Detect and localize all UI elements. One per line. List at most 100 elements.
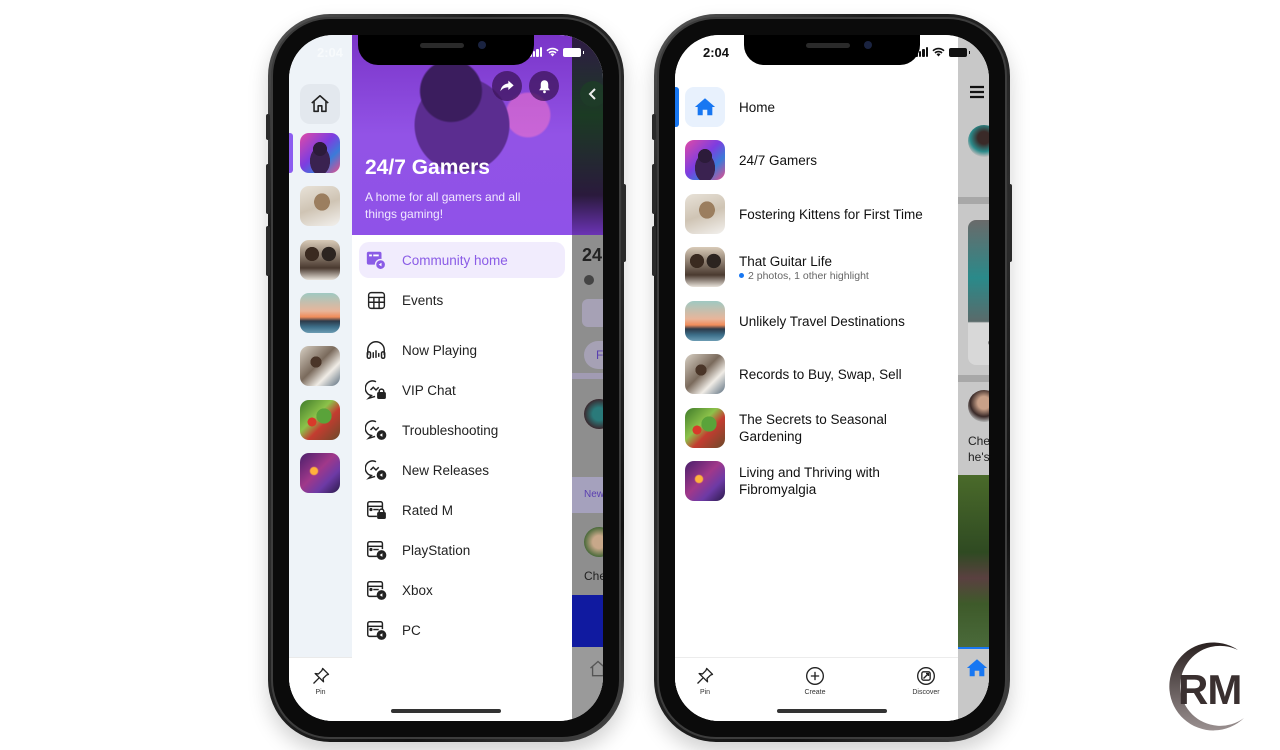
community-thumbnail [685, 194, 725, 234]
chat-globe-icon [365, 459, 387, 481]
dimmed-feed[interactable]: c Che he's [958, 35, 989, 721]
dimmed-post-text: Che he's [968, 433, 989, 465]
rm-logo-text: RM [1178, 666, 1242, 713]
rail-community-records[interactable] [300, 346, 340, 386]
discover-icon [917, 667, 935, 685]
community-drawer: 24/7 Gamers A home for all gamers and al… [352, 35, 572, 721]
menu-item-label: New Releases [402, 462, 490, 478]
community-thumbnail [685, 461, 725, 501]
community-thumbnail [685, 408, 725, 448]
dimmed-avatar [584, 399, 603, 429]
dimmed-tabbar [572, 647, 603, 721]
pin-icon [312, 667, 329, 684]
wifi-icon [932, 47, 945, 57]
menu-item-new-releases[interactable]: New Releases [359, 452, 565, 488]
pin-tab[interactable]: Pin [289, 657, 352, 721]
plus-circle-icon [806, 667, 824, 685]
menu-item-playstation[interactable]: PlayStation [359, 532, 565, 568]
community-title: 24/7 Gamers [365, 156, 490, 179]
menu-item-vip-chat[interactable]: VIP Chat [359, 372, 565, 408]
rail-community-travel[interactable] [300, 293, 340, 333]
rail-community-kittens[interactable] [300, 186, 340, 226]
rail-community-fibromyalgia[interactable] [300, 453, 340, 493]
menu-item-label: PC [402, 622, 421, 638]
list-item-gamers[interactable]: 24/7 Gamers [685, 138, 955, 182]
menu-item-label: Events [402, 292, 444, 308]
dimmed-text-line: he's [968, 450, 989, 464]
menu-item-label: Community home [402, 252, 508, 268]
home-outline-icon [311, 94, 329, 113]
power-button [622, 184, 626, 262]
list-item-kittens[interactable]: Fostering Kittens for First Time [685, 192, 955, 236]
volume-up-button [266, 164, 270, 214]
dimmed-divider [958, 197, 989, 204]
menu-item-troubleshooting[interactable]: Troubleshooting [359, 412, 565, 448]
chat-lock-icon [365, 379, 387, 401]
menu-item-pc[interactable]: PC [359, 612, 565, 648]
notifications-button[interactable] [529, 71, 559, 101]
volume-down-button [652, 226, 656, 276]
rail-community-gamers[interactable] [300, 133, 340, 173]
globe-icon [584, 275, 594, 285]
list-item-guitar[interactable]: That Guitar Life 2 photos, 1 other highl… [685, 245, 955, 289]
collapse-drawer-button[interactable] [580, 81, 603, 107]
list-item-fibromyalgia[interactable]: Living and Thriving with Fibromyalgia [685, 459, 955, 503]
community-description: A home for all gamers and all things gam… [365, 190, 521, 221]
dimmed-community-page[interactable]: 24 F New Che [572, 35, 603, 721]
tab-pin[interactable]: Pin [675, 666, 735, 696]
community-cover: 24/7 Gamers A home for all gamers and al… [352, 35, 572, 235]
rail-community-gardening[interactable] [300, 400, 340, 440]
tab-create[interactable]: Create [785, 666, 845, 696]
menu-item-rated-m[interactable]: Rated M [359, 492, 565, 528]
list-item-title: The Secrets to Seasonal Gardening [739, 412, 887, 444]
status-icons [915, 47, 970, 57]
list-item-travel[interactable]: Unlikely Travel Destinations [685, 299, 955, 343]
community-rail: Pin [289, 35, 352, 721]
battery-icon [563, 47, 584, 57]
list-item-title: Home [739, 99, 776, 115]
tab-label: Discover [912, 689, 940, 696]
list-item-title: Living and Thriving with Fibromyalgia [739, 465, 880, 497]
tab-label: Create [804, 689, 826, 696]
dimmed-text: c [988, 335, 989, 349]
home-filled-icon [694, 98, 716, 116]
menu-item-label: VIP Chat [402, 382, 456, 398]
dimmed-name: Che [584, 569, 603, 583]
home-indicator [777, 709, 887, 713]
tab-label: Pin [699, 689, 711, 696]
menu-item-xbox[interactable]: Xbox [359, 572, 565, 608]
dimmed-divider [958, 375, 989, 382]
list-item-highlight: 2 photos, 1 other highlight [739, 270, 869, 282]
rail-community-guitar[interactable] [300, 240, 340, 280]
list-item-home[interactable]: Home [685, 85, 955, 129]
mute-switch [652, 114, 656, 140]
status-time: 2:04 [317, 45, 344, 60]
menu-item-community-home[interactable]: Community home [359, 242, 565, 278]
screen-right: 2:04 Home 24/7 Gamers Fostering Kittens … [675, 35, 989, 721]
feed-globe-icon [365, 539, 387, 561]
dimmed-cover [572, 35, 603, 235]
dimmed-avatar-2 [584, 527, 603, 557]
community-thumbnail [685, 247, 725, 287]
chevron-left-icon [588, 88, 596, 100]
bell-icon [538, 79, 550, 93]
share-button[interactable] [492, 71, 522, 101]
menu-item-events[interactable]: Events [359, 282, 565, 318]
rail-home-button[interactable] [300, 84, 340, 124]
menu-item-now-playing[interactable]: Now Playing [359, 332, 565, 368]
mute-switch [266, 114, 270, 140]
headphones-icon [365, 339, 387, 361]
dimmed-button [582, 299, 603, 327]
dimmed-chip: F [584, 341, 603, 369]
rail-active-indicator [289, 133, 293, 173]
list-item-records[interactable]: Records to Buy, Swap, Sell [685, 352, 955, 396]
hamburger-menu-icon[interactable] [970, 85, 984, 99]
highlight-text: 2 photos, 1 other highlight [748, 269, 869, 282]
phone-left: 2:04 Pin 24/7 Gamers A home for all game… [266, 14, 626, 742]
tab-discover[interactable]: Discover [896, 666, 956, 696]
dimmed-tabbar [958, 647, 989, 721]
home-icon-tile [685, 87, 725, 127]
notch [358, 35, 534, 65]
rm-logo: RM [1158, 638, 1254, 734]
list-item-gardening[interactable]: The Secrets to Seasonal Gardening [685, 406, 955, 450]
